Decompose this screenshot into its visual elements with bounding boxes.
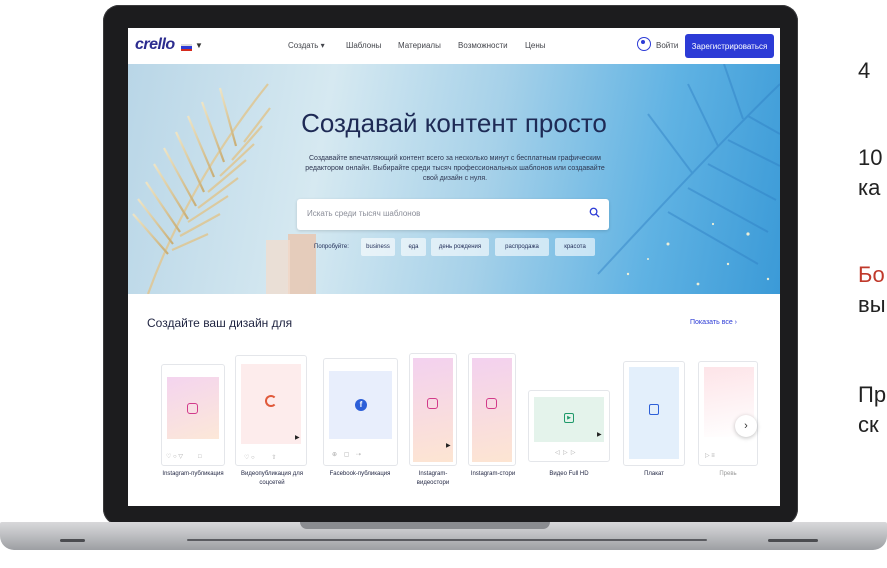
slide: 4 10 ка Бо вы Пр ск crello ▼ Создать ▾ Ш… xyxy=(0,0,887,568)
hero-banner: Создавай контент просто Создавайте впеча… xyxy=(128,64,780,294)
login-link[interactable]: Войти xyxy=(656,41,678,50)
try-label: Попробуйте: xyxy=(314,244,349,250)
template-card[interactable]: ▷ ≡ xyxy=(698,361,758,466)
template-card[interactable]: ♡ ○ ▽ □ xyxy=(161,364,225,466)
chip-business[interactable]: business xyxy=(361,238,395,256)
card-label: Видео Full HD xyxy=(549,471,589,477)
nav-features[interactable]: Возможности xyxy=(458,41,508,50)
refresh-icon xyxy=(265,395,277,407)
card-actions: ♡ ○ ▽ □ xyxy=(166,454,202,460)
chip-beauty[interactable]: красота xyxy=(555,238,595,256)
nav-templates[interactable]: Шаблоны xyxy=(346,41,381,50)
play-icon: ▶ xyxy=(597,432,602,438)
template-card[interactable]: ▶ ▶ ◁ ▷ ▷ xyxy=(528,390,610,462)
laptop-hinge xyxy=(187,539,707,541)
instagram-icon xyxy=(187,403,198,414)
hero-subtitle: Создавайте впечатляющий контент всего за… xyxy=(305,155,605,182)
chip-sale[interactable]: распродажа xyxy=(495,238,549,256)
laptop-port xyxy=(768,539,818,542)
laptop-port xyxy=(60,539,85,542)
card-label: Facebook-публикация xyxy=(329,471,391,477)
site-header: crello ▼ Создать ▾ Шаблоны Материалы Воз… xyxy=(128,28,780,64)
card-actions: ▷ ≡ xyxy=(705,453,715,459)
template-card[interactable]: ▶ xyxy=(409,353,457,466)
nav-materials[interactable]: Материалы xyxy=(398,41,441,50)
side-text-3a: Бо xyxy=(858,262,885,287)
carousel-next-button[interactable]: › xyxy=(735,415,757,437)
template-card[interactable]: ▶ ♡ ○ ⇧ xyxy=(235,355,307,466)
signup-button[interactable]: Зарегистрироваться xyxy=(685,34,774,58)
chevron-down-icon[interactable]: ▼ xyxy=(195,41,203,50)
search-icon[interactable] xyxy=(589,207,600,218)
section-title: Создайте ваш дизайн для xyxy=(147,316,293,330)
video-icon: ▶ xyxy=(564,413,574,423)
side-text-4a: Пр xyxy=(858,382,887,407)
side-text-4b: ск xyxy=(858,412,879,437)
chevron-right-icon: › xyxy=(744,420,748,432)
card-actions: ♡ ○ ⇧ xyxy=(244,455,277,461)
card-label: Instagram-видеостори xyxy=(416,471,450,486)
side-text-1: 4 xyxy=(858,58,871,83)
side-text-2b: ка xyxy=(858,175,881,200)
card-actions: ⊕ ▢ ⇢ xyxy=(332,452,362,458)
side-text-2a: 10 xyxy=(858,145,883,170)
template-card[interactable] xyxy=(468,353,516,466)
browser-screen: crello ▼ Создать ▾ Шаблоны Материалы Воз… xyxy=(128,28,780,506)
template-card[interactable]: f ⊕ ▢ ⇢ xyxy=(323,358,398,466)
search-input[interactable]: Искать среди тысяч шаблонов xyxy=(297,199,609,230)
card-actions: ◁ ▷ ▷ xyxy=(555,450,576,456)
card-label: Видеопубликация для соцсетей xyxy=(241,471,303,486)
card-label: Превь xyxy=(719,471,737,477)
facebook-icon: f xyxy=(355,399,367,411)
crello-logo[interactable]: crello xyxy=(135,36,175,54)
poster-icon xyxy=(649,404,659,415)
card-preview xyxy=(472,358,512,462)
russian-flag-icon[interactable] xyxy=(181,44,192,51)
show-all-link[interactable]: Показать все › xyxy=(690,319,737,326)
laptop-notch xyxy=(300,522,550,529)
play-icon: ▶ xyxy=(446,443,451,449)
hero-title: Создавай контент просто xyxy=(301,108,607,138)
card-label: Плакат xyxy=(644,471,664,477)
instagram-icon xyxy=(427,398,438,409)
card-label: Instagram-стори xyxy=(470,471,516,477)
card-label: Instagram-публикация xyxy=(162,471,224,477)
search-placeholder: Искать среди тысяч шаблонов xyxy=(307,209,421,218)
chip-food[interactable]: еда xyxy=(401,238,426,256)
instagram-icon xyxy=(486,398,497,409)
play-icon: ▶ xyxy=(295,435,300,441)
nav-prices[interactable]: Цены xyxy=(525,41,546,50)
user-icon[interactable] xyxy=(637,37,651,51)
side-text-3b: вы xyxy=(858,292,886,317)
template-card[interactable] xyxy=(623,361,685,466)
nav-create[interactable]: Создать ▾ xyxy=(288,41,325,50)
chip-birthday[interactable]: день рождения xyxy=(431,238,489,256)
